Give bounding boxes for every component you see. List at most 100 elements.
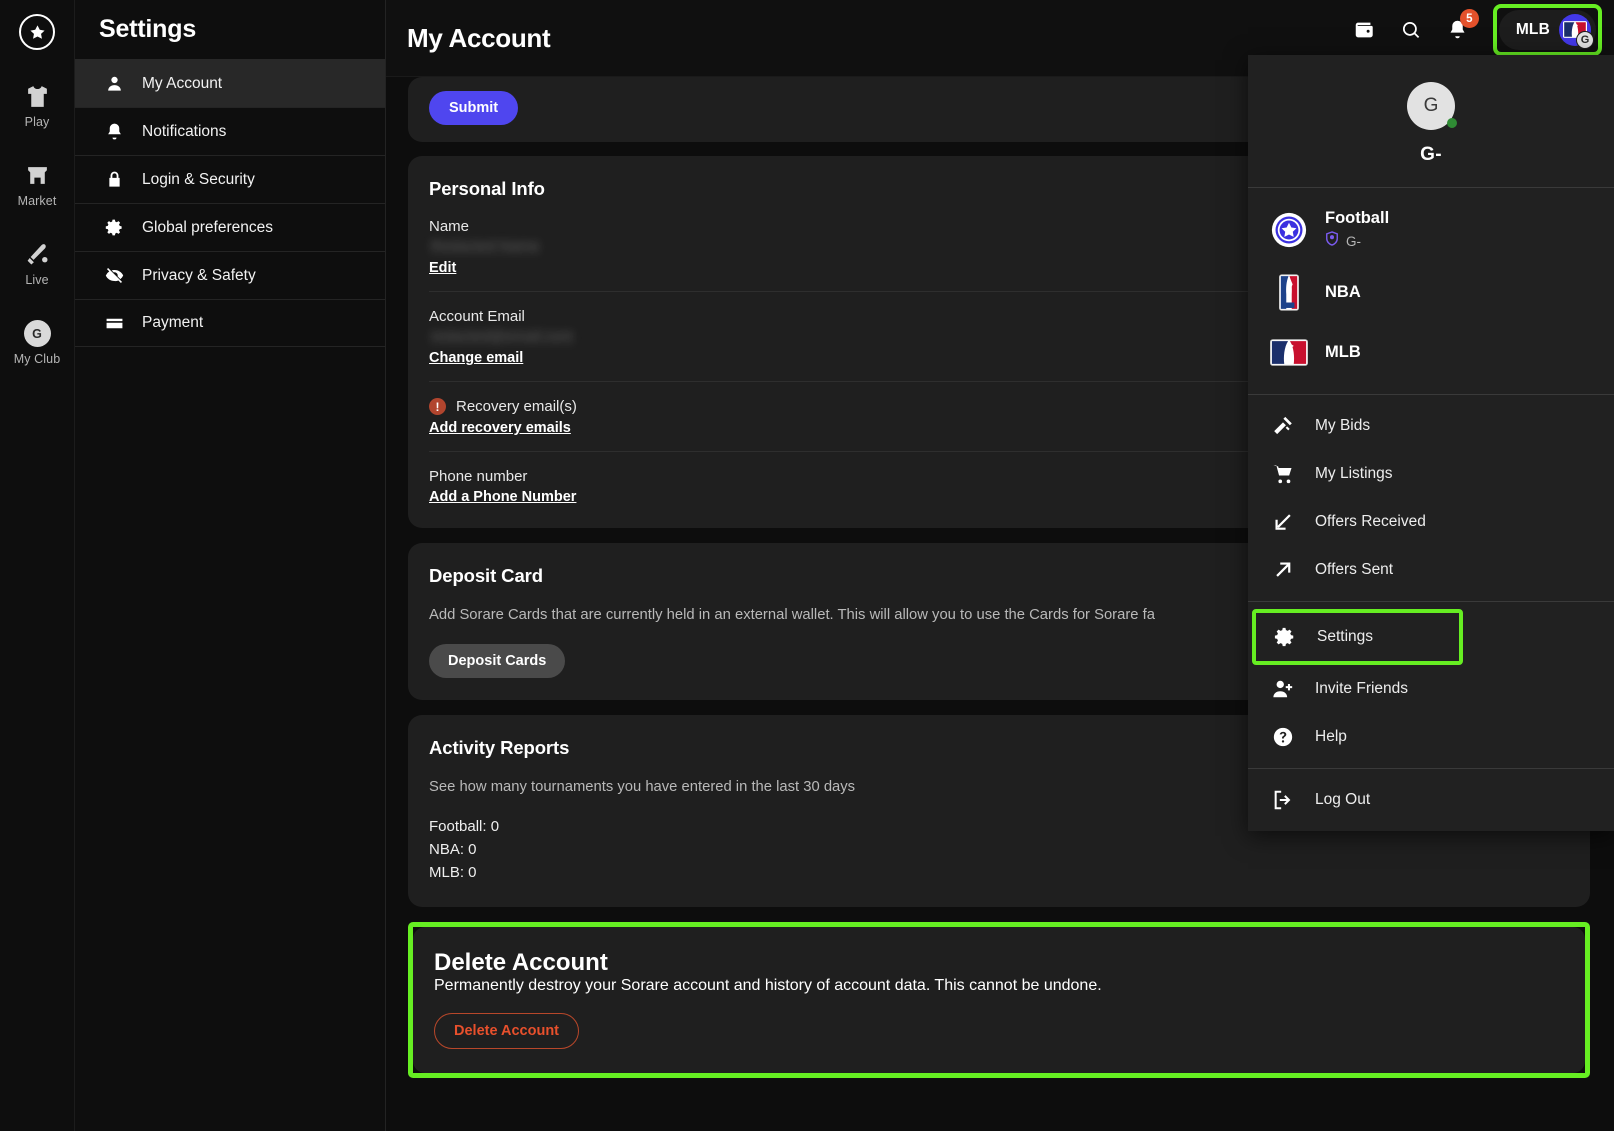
baseball-bat-icon — [24, 241, 51, 268]
question-icon — [1271, 725, 1295, 749]
menu-item-log-out[interactable]: Log Out — [1248, 776, 1614, 824]
dropdown-trading-group: My Bids My Listings Offers Received Offe… — [1248, 395, 1614, 601]
email-value-redacted: redacted@email.com — [429, 328, 575, 347]
person-icon — [104, 74, 124, 94]
menu-item-label: My Listings — [1315, 465, 1393, 483]
rail-item-my-club[interactable]: G My Club — [0, 320, 75, 366]
activity-line: MLB: 0 — [429, 861, 1566, 884]
bell-icon — [104, 122, 124, 142]
menu-item-label: My Bids — [1315, 417, 1370, 435]
logout-icon — [1271, 788, 1295, 812]
dropdown-account-group: Settings Invite Friends Help — [1248, 602, 1614, 768]
jersey-icon — [24, 83, 51, 110]
menu-item-label: Help — [1315, 728, 1347, 746]
store-icon — [24, 162, 51, 189]
sport-subtitle: G- — [1325, 231, 1389, 251]
gear-icon — [1273, 625, 1297, 649]
menu-item-label: Log Out — [1315, 791, 1370, 809]
name-value-redacted: Redacted Name — [429, 238, 541, 257]
sport-name: Football — [1325, 209, 1389, 227]
sport-switcher-label: MLB — [1516, 21, 1550, 39]
rail-item-market[interactable]: Market — [0, 162, 75, 208]
sidebar-item-global-preferences[interactable]: Global preferences — [75, 203, 385, 251]
sport-item-nba[interactable]: NBA — [1248, 262, 1614, 322]
sidebar-item-label: Payment — [142, 314, 203, 332]
sport-switcher-highlight: MLB G — [1493, 4, 1602, 56]
menu-item-settings[interactable]: Settings — [1252, 609, 1463, 665]
sorare-star-logo-icon[interactable] — [19, 14, 55, 50]
rail-item-play[interactable]: Play — [0, 83, 75, 129]
dropdown-logout-group: Log Out — [1248, 769, 1614, 831]
sidebar-item-label: Privacy & Safety — [142, 267, 256, 285]
avatar: G — [1559, 14, 1591, 46]
change-email-link[interactable]: Change email — [429, 350, 523, 366]
credit-card-icon — [104, 313, 124, 333]
online-status-dot — [1447, 118, 1457, 128]
menu-item-invite-friends[interactable]: Invite Friends — [1248, 665, 1614, 713]
wallet-icon[interactable] — [1353, 19, 1375, 41]
notification-badge: 5 — [1460, 9, 1479, 28]
delete-account-button[interactable]: Delete Account — [434, 1013, 579, 1049]
submit-button[interactable]: Submit — [429, 91, 518, 125]
gavel-icon — [1271, 414, 1295, 438]
sidebar-item-label: Login & Security — [142, 171, 255, 189]
sidebar-item-privacy-safety[interactable]: Privacy & Safety — [75, 251, 385, 299]
account-dropdown-menu: G G- Football — [1248, 55, 1614, 831]
person-add-icon — [1271, 677, 1295, 701]
sidebar-item-payment[interactable]: Payment — [75, 299, 385, 347]
sidebar-item-label: Notifications — [142, 123, 226, 141]
settings-sidebar: Settings My Account Notifications Login … — [75, 0, 386, 1131]
sidebar-item-label: My Account — [142, 75, 222, 93]
search-icon[interactable] — [1400, 19, 1422, 41]
rail-item-label: Live — [25, 273, 48, 287]
delete-account-card: Delete Account Permanently destroy your … — [413, 927, 1585, 1073]
menu-item-offers-received[interactable]: Offers Received — [1248, 498, 1614, 546]
alert-icon: ! — [429, 398, 446, 415]
sidebar-item-label: Global preferences — [142, 219, 273, 237]
sidebar-item-notifications[interactable]: Notifications — [75, 107, 385, 155]
rail-item-label: My Club — [14, 352, 61, 366]
sport-item-mlb[interactable]: MLB — [1248, 322, 1614, 382]
add-phone-number-link[interactable]: Add a Phone Number — [429, 489, 576, 505]
sport-list: Football G- — [1248, 188, 1614, 394]
gear-icon — [104, 218, 124, 238]
menu-item-label: Offers Sent — [1315, 561, 1393, 579]
arrow-in-icon — [1271, 510, 1295, 534]
rail-item-live[interactable]: Live — [0, 241, 75, 287]
delete-account-highlight: Delete Account Permanently destroy your … — [408, 922, 1590, 1078]
delete-account-heading: Delete Account — [434, 949, 1561, 977]
add-recovery-emails-link[interactable]: Add recovery emails — [429, 420, 571, 436]
sport-switcher-button[interactable]: MLB G — [1499, 10, 1596, 50]
rail-item-label: Play — [25, 115, 50, 129]
menu-item-label: Settings — [1317, 628, 1373, 646]
football-logo-icon — [1270, 211, 1308, 249]
avatar-icon: G — [24, 320, 51, 347]
eye-off-icon — [104, 266, 124, 286]
edit-name-link[interactable]: Edit — [429, 260, 456, 276]
menu-item-my-bids[interactable]: My Bids — [1248, 402, 1614, 450]
sport-item-football[interactable]: Football G- — [1248, 198, 1614, 262]
rail-item-label: Market — [18, 194, 57, 208]
menu-item-my-listings[interactable]: My Listings — [1248, 450, 1614, 498]
sport-name: MLB — [1325, 343, 1361, 362]
deposit-cards-button[interactable]: Deposit Cards — [429, 644, 565, 678]
club-badge-icon — [1325, 231, 1339, 251]
cart-icon — [1271, 462, 1295, 486]
notifications-bell-icon[interactable]: 5 — [1447, 19, 1468, 40]
lock-icon — [104, 170, 124, 190]
sport-item-text: Football G- — [1325, 209, 1389, 251]
sidebar-item-my-account[interactable]: My Account — [75, 59, 385, 107]
activity-line: NBA: 0 — [429, 838, 1566, 861]
menu-item-offers-sent[interactable]: Offers Sent — [1248, 546, 1614, 594]
dropdown-username: G- — [1420, 144, 1442, 166]
menu-item-help[interactable]: Help — [1248, 713, 1614, 761]
user-avatar-badge: G — [1576, 31, 1594, 49]
sport-name: NBA — [1325, 283, 1361, 302]
dropdown-header: G G- — [1248, 55, 1614, 187]
top-bar: 5 MLB G — [386, 0, 1614, 59]
mlb-logo-icon — [1270, 333, 1308, 371]
dropdown-avatar-wrap: G — [1407, 82, 1455, 130]
delete-account-description: Permanently destroy your Sorare account … — [434, 977, 1561, 995]
arrow-out-icon — [1271, 558, 1295, 582]
sidebar-item-login-security[interactable]: Login & Security — [75, 155, 385, 203]
